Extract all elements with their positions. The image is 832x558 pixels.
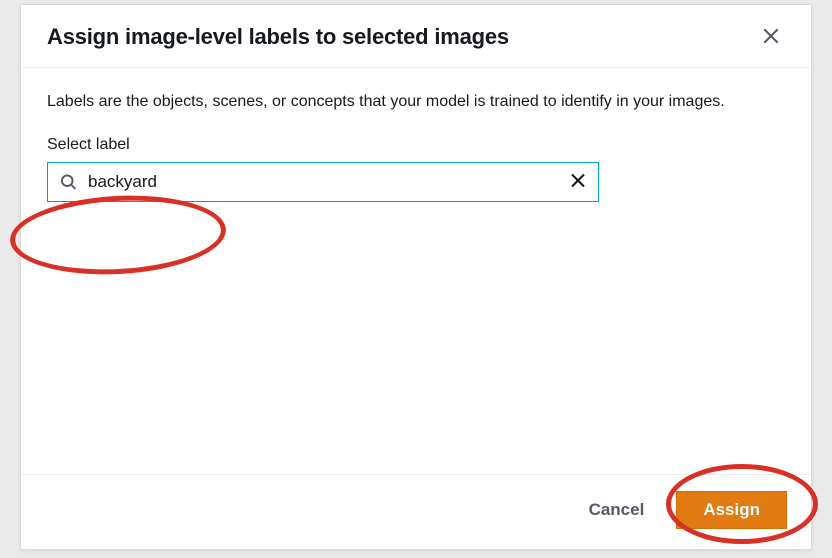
backdrop: Assign image-level labels to selected im… <box>0 0 832 558</box>
close-button[interactable] <box>757 23 785 51</box>
dialog-footer: Cancel Assign <box>21 474 811 549</box>
dialog-body: Labels are the objects, scenes, or conce… <box>21 68 811 474</box>
select-label-field-label: Select label <box>47 136 785 154</box>
cancel-button[interactable]: Cancel <box>585 492 649 528</box>
label-search-container <box>47 162 599 202</box>
dialog-title: Assign image-level labels to selected im… <box>47 24 509 50</box>
assign-labels-dialog: Assign image-level labels to selected im… <box>20 4 812 550</box>
clear-icon <box>570 173 586 192</box>
dialog-description: Labels are the objects, scenes, or conce… <box>47 90 785 114</box>
label-search-input[interactable] <box>88 172 558 192</box>
dialog-header: Assign image-level labels to selected im… <box>21 5 811 68</box>
assign-button[interactable]: Assign <box>676 491 787 529</box>
close-icon <box>762 27 780 48</box>
search-icon <box>60 174 77 191</box>
clear-search-button[interactable] <box>566 169 590 196</box>
